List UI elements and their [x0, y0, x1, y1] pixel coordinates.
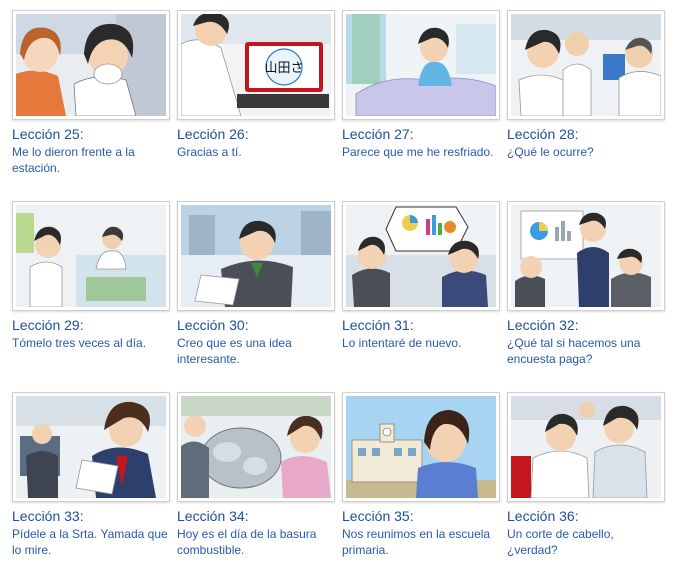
lesson-description[interactable]: Gracias a tí.: [177, 144, 335, 160]
lesson-thumbnail-28[interactable]: [507, 10, 665, 120]
lesson-thumbnail-33[interactable]: [12, 392, 170, 502]
lesson-title[interactable]: Lección 34:: [177, 508, 335, 525]
lesson-title[interactable]: Lección 32:: [507, 317, 665, 334]
lesson-title[interactable]: Lección 26:: [177, 126, 335, 143]
lesson-title[interactable]: Lección 35:: [342, 508, 500, 525]
lesson-description[interactable]: Hoy es el día de la basura combustible.: [177, 526, 335, 558]
lesson-thumbnail-36[interactable]: [507, 392, 665, 502]
lesson-title[interactable]: Lección 25:: [12, 126, 170, 143]
lesson-card-27[interactable]: Lección 27: Parece que me he resfriado.: [342, 10, 500, 160]
lesson-description[interactable]: Me lo dieron frente a la estación.: [12, 144, 170, 176]
lesson-thumbnail-29[interactable]: [12, 201, 170, 311]
lesson-thumbnail-34[interactable]: [177, 392, 335, 502]
lesson-description[interactable]: Un corte de cabello, ¿verdad?: [507, 526, 665, 558]
lesson-title[interactable]: Lección 36:: [507, 508, 665, 525]
lesson-description[interactable]: Nos reunimos en la escuela primaria.: [342, 526, 500, 558]
lesson-title[interactable]: Lección 30:: [177, 317, 335, 334]
lesson-description[interactable]: ¿Qué tal si hacemos una encuesta paga?: [507, 335, 665, 367]
lesson-description[interactable]: Parece que me he resfriado.: [342, 144, 500, 160]
lesson-thumbnail-35[interactable]: [342, 392, 500, 502]
lesson-card-29[interactable]: Lección 29: Tómelo tres veces al día.: [12, 201, 170, 351]
lesson-grid: Lección 25: Me lo dieron frente a la est…: [0, 0, 675, 564]
lesson-title[interactable]: Lección 31:: [342, 317, 500, 334]
lesson-card-26[interactable]: 山田さ Lección 26: Gracias a tí.: [177, 10, 335, 160]
lesson-thumbnail-31[interactable]: [342, 201, 500, 311]
lesson-description[interactable]: Lo intentaré de nuevo.: [342, 335, 500, 351]
lesson-description[interactable]: Creo que es una idea interesante.: [177, 335, 335, 367]
lesson-thumbnail-32[interactable]: [507, 201, 665, 311]
lesson-card-33[interactable]: Lección 33: Pídele a la Srta. Yamada que…: [12, 392, 170, 558]
lesson-title[interactable]: Lección 27:: [342, 126, 500, 143]
lesson-description[interactable]: Pídele a la Srta. Yamada que lo mire.: [12, 526, 170, 558]
lesson-thumbnail-27[interactable]: [342, 10, 500, 120]
screen-text: 山田さ: [264, 61, 303, 76]
lesson-card-28[interactable]: Lección 28: ¿Qué le ocurre?: [507, 10, 665, 160]
lesson-title[interactable]: Lección 28:: [507, 126, 665, 143]
lesson-card-30[interactable]: Lección 30: Creo que es una idea interes…: [177, 201, 335, 367]
lesson-card-25[interactable]: Lección 25: Me lo dieron frente a la est…: [12, 10, 170, 176]
lesson-thumbnail-30[interactable]: [177, 201, 335, 311]
lesson-thumbnail-25[interactable]: [12, 10, 170, 120]
lesson-description[interactable]: ¿Qué le ocurre?: [507, 144, 665, 160]
lesson-title[interactable]: Lección 33:: [12, 508, 170, 525]
lesson-card-35[interactable]: Lección 35: Nos reunimos en la escuela p…: [342, 392, 500, 558]
lesson-description[interactable]: Tómelo tres veces al día.: [12, 335, 170, 351]
lesson-card-34[interactable]: Lección 34: Hoy es el día de la basura c…: [177, 392, 335, 558]
lesson-card-32[interactable]: Lección 32: ¿Qué tal si hacemos una encu…: [507, 201, 665, 367]
lesson-title[interactable]: Lección 29:: [12, 317, 170, 334]
lesson-card-36[interactable]: Lección 36: Un corte de cabello, ¿verdad…: [507, 392, 665, 558]
lesson-card-31[interactable]: Lección 31: Lo intentaré de nuevo.: [342, 201, 500, 351]
lesson-thumbnail-26[interactable]: 山田さ: [177, 10, 335, 120]
